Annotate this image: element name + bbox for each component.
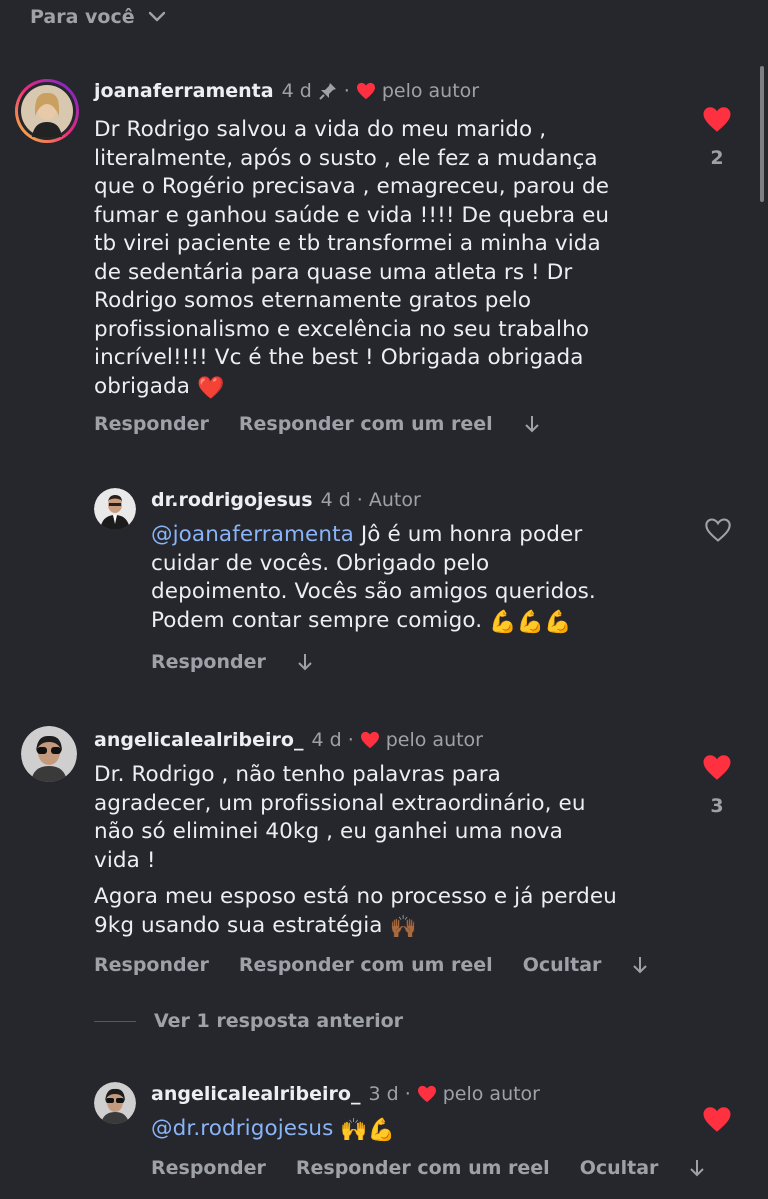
heart-filled-icon[interactable] [702, 106, 732, 133]
timestamp: 4 d [311, 729, 342, 751]
chevron-down-icon [148, 11, 165, 22]
comment-text: Dr Rodrigo salvou a vida do meu marido ,… [94, 116, 694, 403]
reply-button[interactable]: Responder [151, 1157, 266, 1179]
comment-line-text: Jô é um honra poder [353, 522, 583, 547]
comment-line: literalmente, após o susto , ele fez a m… [94, 145, 598, 171]
comments-screen: Para você joanaferramenta 4 d · pelo aut… [0, 0, 768, 1199]
comment-text: Dr. Rodrigo , não tenho palavras para ag… [94, 761, 694, 942]
sort-filter-label: Para você [30, 6, 135, 28]
comment-line: não só eliminei 40kg , eu ganhei uma nov… [94, 819, 563, 844]
author-badge: pelo autor [442, 1083, 540, 1105]
username[interactable]: joanaferramenta [94, 80, 274, 102]
comment-line: Podem contar sempre comigo. 💪💪💪 [151, 607, 691, 638]
like-count: 3 [710, 795, 724, 817]
comment-actions: Responder Responder com um reel [94, 413, 541, 435]
arrow-down-icon[interactable] [688, 1158, 706, 1178]
comment-line: profissionalismo e excelência no seu tra… [94, 316, 590, 342]
reply-with-reel-button[interactable]: Responder com um reel [296, 1157, 550, 1179]
timestamp: 3 d [368, 1083, 399, 1105]
comment-line: de sedentária para quase uma atleta rs !… [94, 259, 573, 285]
raising-hands-emoji: 🙌🏾 [389, 914, 417, 940]
mention-link[interactable]: @joanaferramenta [151, 522, 354, 547]
comment-line: 9kg usando sua estratégia 🙌🏾 [94, 912, 694, 943]
comment-line: Dr Rodrigo salvou a vida do meu marido , [94, 117, 547, 142]
like-control: 2 [702, 106, 732, 169]
heart-emoji: ❤️ [197, 375, 225, 401]
username[interactable]: dr.rodrigojesus [151, 489, 313, 511]
comment-line: cuidar de vocês. Obrigado pelo [151, 550, 490, 576]
comment-line: agradecer, um profissional extraordinári… [94, 790, 586, 816]
comment-line: vida ! [94, 847, 156, 873]
comment-line: depoimento. Vocês são amigos queridos. [151, 579, 596, 604]
timestamp: 4 d [320, 489, 351, 511]
separator-dot: · [343, 80, 350, 102]
author-badge: pelo autor [381, 80, 480, 102]
like-control [702, 1106, 732, 1133]
reply-button[interactable]: Responder [94, 413, 209, 435]
comment-line: incrível!!!! Vc é the best ! Obrigada ob… [94, 345, 584, 370]
reply-button[interactable]: Responder [151, 651, 266, 673]
comment-line: @joanaferramenta Jô é um honra poder [151, 521, 691, 550]
hide-button[interactable]: Ocultar [523, 954, 602, 976]
arrow-down-icon[interactable] [523, 414, 541, 434]
comment-header: angelicalealribeiro_ 4 d · pelo autor [94, 729, 483, 751]
comment-line: Agora meu esposo está no processo e já p… [94, 884, 617, 909]
liked-by-author-heart-icon [417, 1085, 436, 1103]
comment-line-text: 9kg usando sua estratégia [94, 912, 390, 938]
reply-button[interactable]: Responder [94, 954, 209, 976]
arrow-down-icon[interactable] [631, 955, 649, 975]
heart-outline-icon[interactable] [704, 517, 732, 543]
comment-actions: Responder Responder com um reel Ocultar [151, 1157, 706, 1179]
view-replies-label: Ver 1 resposta anterior [154, 1010, 404, 1032]
arrow-down-icon[interactable] [296, 652, 314, 672]
mention-link[interactable]: @dr.rodrigojesus [151, 1116, 333, 1141]
avatar[interactable] [14, 78, 80, 144]
avatar[interactable] [21, 726, 77, 782]
comment-actions: Responder Responder com um reel Ocultar [94, 954, 649, 976]
comment-text: @dr.rodrigojesus 🙌💪 [151, 1115, 691, 1146]
avatar[interactable] [94, 488, 136, 530]
separator-dot: · [356, 489, 363, 511]
separator-dot: · [347, 729, 354, 751]
separator-dot: · [404, 1083, 411, 1105]
raising-hands-muscle-emoji: 🙌💪 [340, 1118, 396, 1143]
reply-with-reel-button[interactable]: Responder com um reel [239, 413, 493, 435]
comment-header: angelicalealribeiro_ 3 d · pelo autor [151, 1083, 540, 1105]
comment-actions: Responder [151, 651, 314, 673]
comment-line-text: Podem contar sempre comigo. [151, 607, 490, 633]
comment-line: fumar e ganhou saúde e vida !!!! De queb… [94, 202, 610, 228]
liked-by-author-heart-icon [356, 82, 375, 100]
like-count: 2 [710, 147, 724, 169]
avatar[interactable] [94, 1082, 136, 1124]
like-control [704, 517, 732, 543]
username[interactable]: angelicalealribeiro_ [94, 729, 303, 751]
comment-line: tb virei paciente e tb transformei a min… [94, 231, 601, 256]
pin-icon [319, 83, 336, 100]
sort-filter[interactable]: Para você [30, 6, 167, 28]
like-control: 3 [702, 754, 732, 817]
liked-by-author-heart-icon [360, 731, 379, 749]
timestamp: 4 d [281, 80, 312, 102]
username[interactable]: angelicalealribeiro_ [151, 1083, 360, 1105]
comment-line: que o Rogério precisava , emagreceu, par… [94, 174, 610, 199]
heart-filled-icon[interactable] [702, 1106, 732, 1133]
muscle-emoji: 💪💪💪 [489, 609, 572, 635]
author-badge: pelo autor [385, 729, 483, 751]
comment-line: @dr.rodrigojesus 🙌💪 [151, 1115, 691, 1146]
comment-line: Rodrigo somos eternamente gratos pelo [94, 288, 532, 313]
view-previous-replies[interactable]: Ver 1 resposta anterior [94, 1010, 403, 1032]
comment-header: dr.rodrigojesus 4 d · Autor [151, 489, 421, 511]
comment-line: obrigada ❤️ [94, 373, 694, 404]
hide-button[interactable]: Ocultar [580, 1157, 659, 1179]
heart-filled-icon[interactable] [702, 754, 732, 781]
thread-line [94, 1020, 136, 1022]
author-label: Autor [368, 489, 421, 511]
reply-with-reel-button[interactable]: Responder com um reel [239, 954, 493, 976]
comment-line: Dr. Rodrigo , não tenho palavras para [94, 762, 501, 787]
comment-text: @joanaferramenta Jô é um honra poder cui… [151, 521, 691, 637]
scrollbar[interactable] [760, 66, 764, 202]
comment-line-text: obrigada [94, 373, 191, 399]
comment-header: joanaferramenta 4 d · pelo autor [94, 80, 479, 102]
